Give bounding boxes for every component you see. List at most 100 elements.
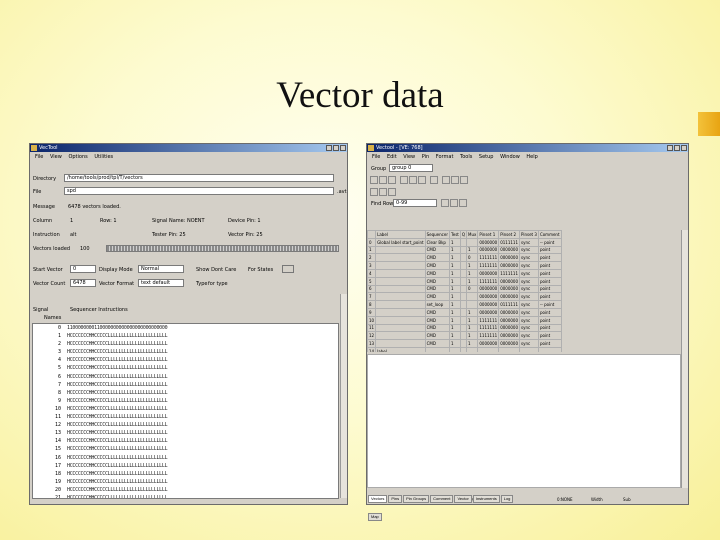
tab-pins[interactable]: Pins xyxy=(388,495,403,503)
row-number-cell[interactable]: 0 xyxy=(367,237,377,247)
table-cell[interactable]: 1 xyxy=(448,253,461,263)
table-cell[interactable]: -- point xyxy=(537,300,562,309)
table-cell[interactable] xyxy=(375,307,426,317)
directory-field[interactable]: /home/tools/prod/tpl/T/vectors xyxy=(64,174,334,182)
table-cell[interactable]: 1 xyxy=(465,245,479,255)
table-cell[interactable]: -- point xyxy=(537,237,562,247)
table-cell[interactable]: sync xyxy=(519,300,539,309)
vector-row[interactable]: 3 HCCCCCCCHHCCCCCLLLLLLLLLLLLLLLLLLLLLL xyxy=(33,348,338,356)
title-bar[interactable]: Vectool - [VE: 768] xyxy=(367,144,688,152)
table-cell[interactable] xyxy=(424,346,450,352)
vector-row[interactable]: 9 HCCCCCCCHHCCCCCLLLLLLLLLLLLLLLLLLLLLL xyxy=(33,397,338,405)
tab-map[interactable]: Map xyxy=(368,513,382,521)
table-cell[interactable] xyxy=(375,284,426,294)
table-cell[interactable]: 1 xyxy=(448,284,461,294)
table-cell[interactable]: 0000000 xyxy=(477,307,500,317)
table-cell[interactable]: 1 xyxy=(448,237,461,247)
column-header[interactable]: Comment xyxy=(537,230,562,239)
vector-row[interactable]: 19 HCCCCCCCHHCCCCCLLLLLLLLLLLLLLLLLLLLLL xyxy=(33,478,338,486)
column-header[interactable]: Mux xyxy=(465,230,479,239)
menu-view[interactable]: View xyxy=(50,154,62,160)
table-cell[interactable]: point xyxy=(537,315,562,325)
filter-icon[interactable] xyxy=(379,188,387,196)
table-cell[interactable]: set_loop xyxy=(424,300,450,309)
table-cell[interactable] xyxy=(498,346,521,352)
table-cell[interactable]: sync xyxy=(519,261,539,270)
column-header[interactable]: Pinset 1 xyxy=(477,230,500,239)
cut-icon[interactable] xyxy=(400,176,408,184)
table-row[interactable]: 7 CMD 1 0000000 0000000 sync point xyxy=(367,292,562,302)
vector-row[interactable]: 2 HCCCCCCCHHCCCCCLLLLLLLLLLLLLLLLLLLLLL xyxy=(33,340,338,348)
table-cell[interactable]: point xyxy=(537,268,562,278)
column-header[interactable]: Pinset 2 xyxy=(498,230,521,239)
menu-help[interactable]: Help xyxy=(526,154,537,160)
table-cell[interactable]: sync xyxy=(519,268,539,278)
table-cell[interactable]: 0000000 xyxy=(498,307,521,317)
table-cell[interactable]: 1 xyxy=(465,331,479,341)
table-cell[interactable]: 1 xyxy=(448,276,461,286)
table-cell[interactable]: CMD xyxy=(424,292,450,302)
table-cell[interactable]: 0111111 xyxy=(498,300,521,309)
table-row[interactable]: 0 Global label start_point Clear Bkp 1 00000… xyxy=(367,237,562,247)
vector-format-select[interactable]: text default xyxy=(138,279,184,287)
tab-vectors[interactable]: Vectors xyxy=(368,495,388,503)
vector-row[interactable]: 6 HCCCCCCCHHCCCCCLLLLLLLLLLLLLLLLLLLLLL xyxy=(33,373,338,381)
vector-row[interactable]: 1 HCCCCCCCHHCCCCCLLLLLLLLLLLLLLLLLLLLLL xyxy=(33,332,338,340)
vector-row[interactable]: 11 HCCCCCCCHHCCCCCLLLLLLLLLLLLLLLLLLLLLL xyxy=(33,413,338,421)
row-number-cell[interactable]: 7 xyxy=(367,292,377,302)
table-cell[interactable]: CMD xyxy=(424,323,450,333)
table-cell[interactable] xyxy=(375,261,426,270)
row-number-cell[interactable]: 2 xyxy=(367,253,377,263)
table-cell[interactable] xyxy=(375,315,426,325)
tab-pin-groups[interactable]: Pin Groups xyxy=(403,495,430,503)
table-cell[interactable]: point xyxy=(537,323,562,333)
table-row[interactable]: 9 CMD 1 1 0000000 0000000 sync point xyxy=(367,307,562,317)
go-icon[interactable] xyxy=(459,199,467,207)
table-cell[interactable]: point xyxy=(537,253,562,263)
table-cell[interactable]: sync xyxy=(519,292,539,302)
row-number-cell[interactable]: 11 xyxy=(367,323,377,333)
table-cell[interactable]: CMD xyxy=(424,261,450,270)
table-cell[interactable]: 1111111 xyxy=(477,323,500,333)
copy-icon[interactable] xyxy=(409,176,417,184)
table-cell[interactable]: point xyxy=(537,331,562,341)
zoom-icon[interactable] xyxy=(370,188,378,196)
table-row[interactable]: 2 CMD 1 0 1111111 0000000 sync point xyxy=(367,253,562,263)
column-header[interactable] xyxy=(367,230,377,239)
table-cell[interactable]: 0111111 xyxy=(498,237,521,247)
for-states-label[interactable]: For States xyxy=(248,267,273,273)
tab-log[interactable]: Log xyxy=(500,495,514,503)
vertical-scrollbar[interactable] xyxy=(681,230,688,488)
table-cell[interactable]: 1 xyxy=(448,323,461,333)
close-icon[interactable] xyxy=(340,145,346,151)
table-cell[interactable]: CMD xyxy=(424,276,450,286)
table-row[interactable]: 11 CMD 1 1 1111111 0000000 sync point xyxy=(367,323,562,333)
table-cell[interactable]: 1 xyxy=(465,276,479,286)
table-cell[interactable]: 1111111 xyxy=(477,315,500,325)
table-cell[interactable] xyxy=(375,323,426,333)
menu-utilities[interactable]: Utilities xyxy=(94,154,113,160)
row-number-cell[interactable]: 5 xyxy=(367,276,377,286)
table-cell[interactable]: 0000000 xyxy=(498,276,521,286)
row-number-cell[interactable]: 8 xyxy=(367,300,377,309)
vector-row[interactable]: 10 HCCCCCCCHHCCCCCLLLLLLLLLLLLLLLLLLLLLL xyxy=(33,405,338,413)
table-cell[interactable]: 0000000 xyxy=(477,292,500,302)
table-cell[interactable] xyxy=(375,292,426,302)
menu-setup[interactable]: Setup xyxy=(479,154,494,160)
table-cell[interactable] xyxy=(375,339,426,348)
table-cell[interactable]: 0000000 xyxy=(498,253,521,263)
row-number-cell[interactable]: 9 xyxy=(367,307,377,317)
table-row[interactable]: 6 CMD 1 0 0000000 0000000 sync point xyxy=(367,284,562,294)
table-cell[interactable]: 0000000 xyxy=(498,245,521,255)
table-cell[interactable]: sync xyxy=(519,307,539,317)
table-cell[interactable]: 1 xyxy=(448,268,461,278)
vector-row[interactable]: 12 HCCCCCCCHHCCCCCLLLLLLLLLLLLLLLLLLLLLL xyxy=(33,421,338,429)
tab-vector[interactable]: Vector xyxy=(454,495,472,503)
table-cell[interactable]: 0000000 xyxy=(498,323,521,333)
table-cell[interactable]: point xyxy=(537,261,562,270)
row-number-cell[interactable]: 1 xyxy=(367,245,377,255)
table-row[interactable]: 3 CMD 1 1 1111111 0000000 sync point xyxy=(367,261,562,270)
table-cell[interactable]: 1 xyxy=(465,323,479,333)
table-cell[interactable]: 1 xyxy=(465,268,479,278)
menu-window[interactable]: Window xyxy=(500,154,520,160)
